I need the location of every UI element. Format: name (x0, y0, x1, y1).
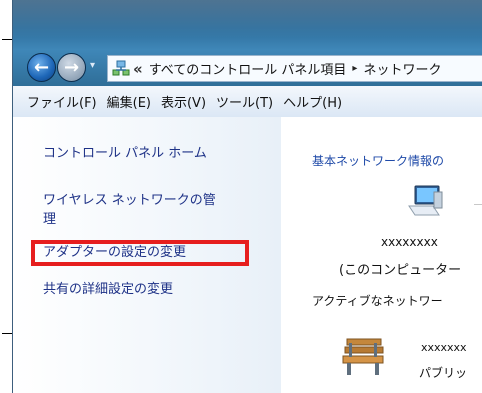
menu-edit[interactable]: 編集(E) (107, 92, 151, 111)
control-panel-window: ← → ▾ « すべてのコントロール パネル項目 ▸ ネットワーク ファイル(F… (12, 0, 482, 393)
recent-pages-dropdown-icon[interactable]: ▾ (90, 60, 100, 72)
sidebar-link-manage-wireless-networks[interactable]: ワイヤレス ネットワークの管 (43, 191, 216, 210)
network-name: xxxxxxx (421, 341, 467, 354)
menu-file[interactable]: ファイル(F) (27, 92, 97, 111)
computer-icon (407, 182, 449, 224)
edge-line-bottom (2, 333, 12, 334)
breadcrumb-network[interactable]: ネットワーク (363, 59, 441, 78)
forward-button[interactable]: → (57, 53, 86, 82)
active-networks-label: アクティブなネットワー (312, 294, 443, 308)
red-highlight-box (31, 240, 249, 266)
address-bar[interactable]: « すべてのコントロール パネル項目 ▸ ネットワーク (107, 55, 482, 82)
computer-caption: (このコンピューター (339, 263, 462, 278)
breadcrumb-overflow-icon[interactable]: « (133, 60, 143, 78)
menu-bar: ファイル(F) 編集(E) 表示(V) ツール(T) ヘルプ(H) (13, 86, 482, 118)
sidebar-link-change-advanced-sharing-settings[interactable]: 共有の詳細設定の変更 (43, 280, 173, 299)
back-arrow-icon: ← (33, 56, 50, 78)
edge-line-top (2, 39, 12, 40)
network-main-panel: 基本ネットワーク情報の xxxxxxxx (このコンピューター アクティブなネッ… (281, 117, 482, 393)
back-button[interactable]: ← (27, 53, 56, 82)
breadcrumb-all-control-panel-items[interactable]: すべてのコントロール パネル項目 (149, 59, 347, 78)
network-info-link[interactable]: 基本ネットワーク情報の (312, 152, 444, 169)
menu-help[interactable]: ヘルプ(H) (283, 92, 342, 111)
menu-view[interactable]: 表示(V) (161, 92, 206, 111)
network-folder-icon (112, 60, 130, 78)
computer-name: xxxxxxxx (381, 235, 438, 249)
connection-line (474, 204, 482, 205)
sidebar-link-manage-wireless-networks-continued[interactable]: 理 (43, 210, 56, 229)
sidebar-link-control-panel-home[interactable]: コントロール パネル ホーム (43, 144, 207, 163)
bench-icon (339, 329, 395, 381)
menu-tools[interactable]: ツール(T) (216, 92, 273, 111)
network-type: パブリッ (419, 366, 468, 380)
breadcrumb-separator-icon[interactable]: ▸ (352, 63, 357, 74)
forward-arrow-icon: → (63, 56, 80, 78)
